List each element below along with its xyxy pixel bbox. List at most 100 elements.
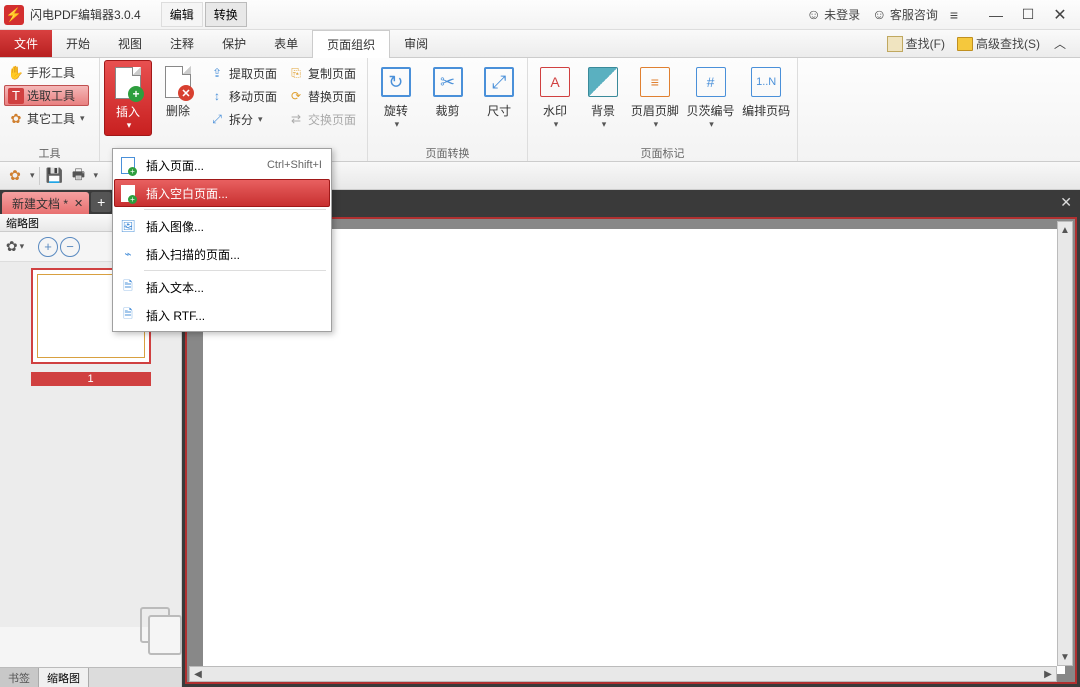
scroll-left-icon[interactable]: ◀: [190, 667, 206, 681]
hand-icon: ✋: [8, 65, 24, 81]
login-status[interactable]: ☺ 未登录: [807, 6, 861, 23]
menu-insert-blank[interactable]: + 插入空白页面...: [114, 179, 330, 207]
qa-print-button[interactable]: 🖶: [68, 165, 90, 187]
qa-new-button[interactable]: ✿: [4, 165, 26, 187]
maximize-button[interactable]: ☐: [1012, 3, 1044, 27]
move-button[interactable]: ↕移动页面: [204, 85, 281, 107]
chevron-down-icon: ▾: [554, 119, 559, 130]
folder-find-icon: [957, 37, 973, 51]
ribbon: ✋手形工具 T选取工具 ✿其它工具▾ 工具 + 插入 ▾ ✕ 删除 ⇪提取页面 …: [0, 58, 1080, 162]
user-icon: ☺: [807, 6, 821, 22]
copy-page-button[interactable]: ⎘复制页面: [283, 62, 360, 84]
page-canvas[interactable]: [203, 229, 1065, 674]
chevron-down-icon: ▾: [395, 119, 400, 130]
delete-button[interactable]: ✕ 删除: [154, 60, 202, 123]
menu-separator: [144, 209, 326, 210]
scroll-right-icon[interactable]: ▶: [1040, 667, 1056, 681]
mode-edit-button[interactable]: 编辑: [161, 2, 203, 27]
crop-button[interactable]: ✂ 裁剪: [424, 60, 472, 123]
move-icon: ↕: [208, 87, 226, 105]
thumbnail-page-number: 1: [31, 372, 151, 386]
size-icon: ⤢: [484, 67, 514, 97]
adv-find-button[interactable]: 高级查找(S): [957, 35, 1040, 52]
extract-button[interactable]: ⇪提取页面: [204, 62, 281, 84]
tab-annotate[interactable]: 注释: [156, 30, 208, 57]
shortcut-label: Ctrl+Shift+I: [267, 159, 322, 171]
bates-icon: #: [696, 67, 726, 97]
insert-button[interactable]: + 插入 ▾: [104, 60, 152, 136]
find-button[interactable]: 查找(F): [887, 35, 945, 52]
chevron-down-icon: ▾: [654, 119, 659, 130]
extract-icon: ⇪: [208, 64, 226, 82]
page-x-icon: ✕: [165, 66, 191, 98]
mode-convert-button[interactable]: 转换: [205, 2, 247, 27]
bates-button[interactable]: # 贝茨编号▾: [684, 60, 738, 134]
scroll-up-icon[interactable]: ▲: [1058, 222, 1072, 238]
support-link[interactable]: ☺ 客服咨询: [872, 6, 938, 23]
doc-tab[interactable]: 新建文档 * ✕: [2, 192, 89, 214]
side-zoom-in-button[interactable]: +: [38, 237, 58, 257]
tab-pageorg[interactable]: 页面组织: [312, 30, 390, 58]
other-tools[interactable]: ✿其它工具▾: [4, 108, 89, 129]
menu-insert-rtf[interactable]: 🗎 插入 RTF...: [114, 301, 330, 329]
app-title: 闪电PDF编辑器3.0.4: [30, 6, 141, 23]
group-page-mark-label: 页面标记: [532, 145, 793, 161]
chevron-down-icon: ▾: [258, 114, 263, 125]
numbering-button[interactable]: 1..N 编排页码: [739, 60, 793, 123]
split-button[interactable]: ⤢拆分▾: [204, 108, 281, 130]
swap-icon: ⇄: [287, 110, 305, 128]
menu-insert-scan[interactable]: ⌁ 插入扫描的页面...: [114, 240, 330, 268]
sidebar-tabs: 书签 缩略图: [0, 667, 181, 687]
chevron-down-icon[interactable]: ▾: [30, 170, 35, 181]
select-tool[interactable]: T选取工具: [4, 85, 89, 106]
sidebar-tab-thumbnail[interactable]: 缩略图: [39, 668, 89, 687]
replace-page-button[interactable]: ⟳替换页面: [283, 85, 360, 107]
horizontal-scrollbar[interactable]: ◀ ▶: [189, 666, 1057, 682]
watermark-button[interactable]: A 水印▾: [532, 60, 578, 134]
tab-start[interactable]: 开始: [52, 30, 104, 57]
rtf-file-icon: 🗎: [118, 305, 138, 325]
blank-page-icon: +: [121, 185, 135, 202]
scanner-icon: ⌁: [118, 244, 138, 264]
chevron-down-icon: ▾: [602, 119, 607, 130]
select-icon: T: [8, 88, 24, 104]
chevron-down-icon: ▾: [127, 120, 132, 131]
menu-insert-text[interactable]: 🗎 插入文本...: [114, 273, 330, 301]
headerfooter-icon: ≡: [640, 67, 670, 97]
close-button[interactable]: ✕: [1044, 3, 1076, 27]
chevron-down-icon[interactable]: ▾: [94, 170, 99, 181]
side-zoom-out-button[interactable]: −: [60, 237, 80, 257]
split-icon: ⤢: [208, 110, 226, 128]
tab-view[interactable]: 视图: [104, 30, 156, 57]
background-button[interactable]: 背景▾: [580, 60, 626, 134]
tab-review[interactable]: 审阅: [390, 30, 442, 57]
menu-insert-page[interactable]: + 插入页面... Ctrl+Shift+I: [114, 151, 330, 179]
rotate-icon: ↻: [381, 67, 411, 97]
sidebar-tab-bookmark[interactable]: 书签: [0, 668, 39, 687]
size-button[interactable]: ⤢ 尺寸: [475, 60, 523, 123]
rotate-button[interactable]: ↻ 旋转▾: [372, 60, 420, 134]
titlebar: ⚡ 闪电PDF编辑器3.0.4 编辑 转换 ☺ 未登录 ☺ 客服咨询 ≡ — ☐…: [0, 0, 1080, 30]
scroll-down-icon[interactable]: ▼: [1058, 649, 1072, 665]
menu-insert-image[interactable]: 🖼 插入图像...: [114, 212, 330, 240]
support-icon: ☺: [872, 6, 886, 22]
tab-file[interactable]: 文件: [0, 30, 52, 57]
swap-page-button[interactable]: ⇄交换页面: [283, 108, 360, 130]
header-footer-button[interactable]: ≡ 页眉页脚▾: [628, 60, 682, 134]
gear-icon: ✿: [8, 111, 24, 127]
side-gear-button[interactable]: ✿▾: [4, 236, 26, 258]
doc-tab-close-icon[interactable]: ✕: [74, 197, 83, 210]
vertical-scrollbar[interactable]: ▲ ▼: [1057, 221, 1073, 666]
background-icon: [588, 67, 618, 97]
doc-bar-close-icon[interactable]: ✕: [1052, 194, 1080, 211]
hamburger-icon[interactable]: ≡: [950, 7, 958, 23]
replace-icon: ⟳: [287, 87, 305, 105]
tab-protect[interactable]: 保护: [208, 30, 260, 57]
minimize-button[interactable]: —: [980, 3, 1012, 27]
collapse-ribbon-icon[interactable]: ︿: [1048, 35, 1072, 52]
hand-tool[interactable]: ✋手形工具: [4, 62, 89, 83]
tab-form[interactable]: 表单: [260, 30, 312, 57]
page-plus-icon: +: [121, 157, 135, 174]
doc-tab-add-button[interactable]: +: [91, 192, 111, 212]
qa-save-button[interactable]: 💾: [44, 165, 66, 187]
